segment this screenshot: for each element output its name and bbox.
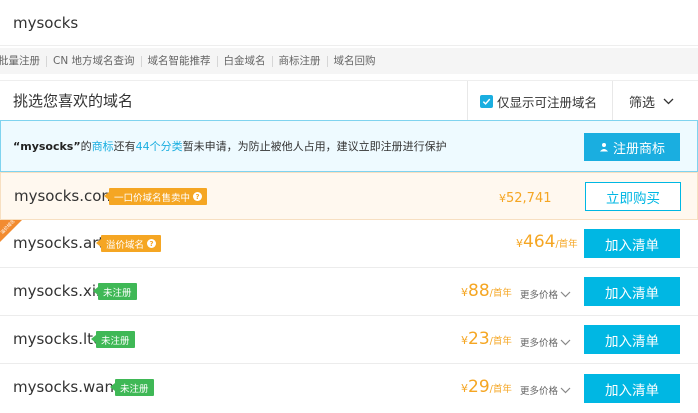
price-value: 29 xyxy=(468,377,490,397)
price-value: 88 xyxy=(468,281,490,301)
domain-row: mysocks.xin 未注册 ¥88/首年 更多价格 加入清单 xyxy=(0,268,698,316)
domain-search-input[interactable] xyxy=(13,12,673,34)
only-available-toggle[interactable]: 仅显示可注册域名 xyxy=(467,81,612,121)
add-to-list-button[interactable]: 加入清单 xyxy=(584,277,680,306)
domain-name: mysocks.com xyxy=(14,187,117,205)
only-available-label: 仅显示可注册域名 xyxy=(497,94,598,110)
price-unit: /首年 xyxy=(489,288,512,299)
price-unit: /首年 xyxy=(489,336,512,347)
domain-price: ¥23/首年 xyxy=(461,329,512,349)
price-currency: ¥ xyxy=(461,286,468,299)
price-currency: ¥ xyxy=(499,192,506,205)
domain-price: ¥52,741 xyxy=(499,187,552,206)
quick-link-bulk-register[interactable]: 批量注册 xyxy=(0,55,47,67)
badge-label: 一口价域名售卖中 xyxy=(114,192,191,204)
status-badge: 未注册 xyxy=(91,331,135,348)
domain-name: mysocks.wang xyxy=(13,378,124,396)
buy-now-button[interactable]: 立即购买 xyxy=(585,182,681,211)
domain-row: 溢价域名 mysocks.art 溢价域名? ¥464/首年 加入清单 xyxy=(0,220,698,268)
category-count-link[interactable]: 44个分类 xyxy=(136,140,183,153)
trademark-notice: “mysocks”的商标还有44个分类暂未申请，为防止被他人占用，建议立即注册进… xyxy=(0,120,698,172)
domain-price: ¥464/首年 xyxy=(516,232,578,252)
notice-part1: 的 xyxy=(80,140,92,153)
more-prices-toggle[interactable]: 更多价格 xyxy=(520,287,571,301)
badge-label: 溢价域名 xyxy=(106,239,145,251)
price-unit: /首年 xyxy=(555,239,578,250)
more-prices-label: 更多价格 xyxy=(520,338,559,349)
checkbox-checked-icon[interactable] xyxy=(480,94,493,108)
price-value: 52,741 xyxy=(506,191,552,206)
domain-row: mysocks.ltd 未注册 ¥23/首年 更多价格 加入清单 xyxy=(0,316,698,364)
quick-link-cn-regional[interactable]: CN 地方域名查询 xyxy=(47,55,142,67)
price-unit: /首年 xyxy=(489,384,512,395)
domain-row: mysocks.wang 未注册 ¥29/首年 更多价格 加入清单 xyxy=(0,364,698,413)
price-value: 464 xyxy=(523,232,556,252)
search-bar xyxy=(0,0,698,46)
trademark-link[interactable]: 商标 xyxy=(92,140,114,153)
status-badge: 溢价域名? xyxy=(95,235,162,252)
price-value: 23 xyxy=(468,329,490,349)
quick-link-smart-recommend[interactable]: 域名智能推荐 xyxy=(142,55,218,67)
chevron-down-icon xyxy=(663,98,674,104)
status-badge: 未注册 xyxy=(110,379,154,396)
notice-text: “mysocks”的商标还有44个分类暂未申请，为防止被他人占用，建议立即注册进… xyxy=(13,138,447,154)
register-trademark-button[interactable]: 注册商标 xyxy=(584,133,680,161)
domain-price: ¥29/首年 xyxy=(461,377,512,397)
trademark-register-icon xyxy=(599,143,608,152)
add-to-list-button[interactable]: 加入清单 xyxy=(584,374,680,403)
quick-link-trademark[interactable]: 商标注册 xyxy=(273,55,328,67)
more-prices-label: 更多价格 xyxy=(520,386,559,397)
chevron-down-icon xyxy=(560,387,571,393)
price-currency: ¥ xyxy=(461,382,468,395)
notice-domain-name: “mysocks” xyxy=(13,140,81,153)
notice-part2: 还有 xyxy=(113,140,136,153)
register-trademark-label: 注册商标 xyxy=(612,141,665,157)
chevron-down-icon xyxy=(560,339,571,345)
section-title: 挑选您喜欢的域名 xyxy=(13,92,134,110)
quick-links: 批量注册 CN 地方域名查询 域名智能推荐 白金域名 商标注册 域名回购 xyxy=(0,48,698,74)
price-currency: ¥ xyxy=(461,334,468,347)
more-prices-toggle[interactable]: 更多价格 xyxy=(520,383,571,397)
price-currency: ¥ xyxy=(516,237,523,250)
more-prices-label: 更多价格 xyxy=(520,290,559,301)
filter-header: 挑选您喜欢的域名 仅显示可注册域名 筛选 xyxy=(0,80,698,121)
notice-part3: 暂未申请，为防止被他人占用，建议立即注册进行保护 xyxy=(182,140,447,153)
domain-name: mysocks.art xyxy=(13,234,105,252)
more-prices-toggle[interactable]: 更多价格 xyxy=(520,335,571,349)
status-badge: 未注册 xyxy=(93,283,137,300)
question-icon[interactable]: ? xyxy=(193,192,203,201)
chevron-down-icon xyxy=(560,291,571,297)
domain-price: ¥88/首年 xyxy=(461,281,512,301)
filter-dropdown[interactable]: 筛选 xyxy=(612,81,698,121)
domain-name: mysocks.xin xyxy=(13,282,106,300)
filter-label: 筛选 xyxy=(629,95,656,111)
add-to-list-button[interactable]: 加入清单 xyxy=(584,229,680,258)
quick-link-buyback[interactable]: 域名回购 xyxy=(328,55,382,67)
question-icon[interactable]: ? xyxy=(147,239,157,248)
add-to-list-button[interactable]: 加入清单 xyxy=(584,325,680,354)
domain-row: mysocks.com 一口价域名售卖中? ¥52,741 立即购买 xyxy=(0,172,698,220)
domain-name: mysocks.ltd xyxy=(13,330,103,348)
status-badge: 一口价域名售卖中? xyxy=(103,188,208,205)
quick-link-platinum[interactable]: 白金域名 xyxy=(218,55,273,67)
